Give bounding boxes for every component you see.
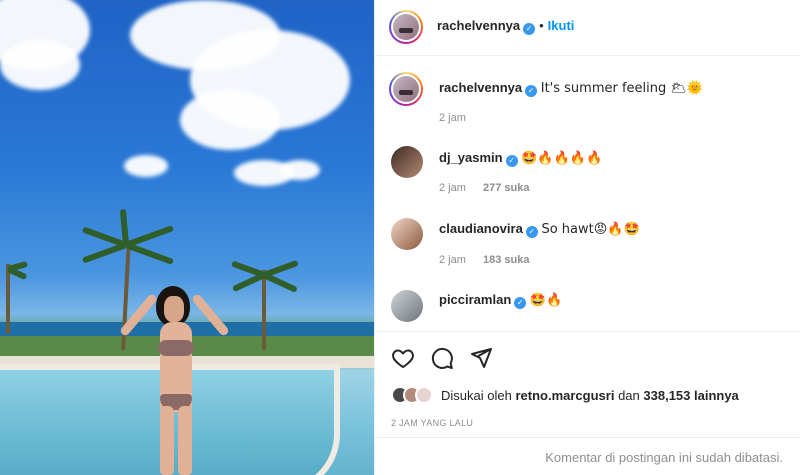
commenter-avatar[interactable] — [391, 218, 423, 250]
comment-item: dj_yasmin ✓ 🤩🔥🔥🔥🔥 — [439, 149, 789, 168]
comment-likes[interactable]: 183 suka — [483, 254, 529, 266]
post-photo[interactable] — [0, 0, 374, 475]
post-actions: Disukai oleh retno.marcgusri dan 338,153… — [375, 331, 800, 475]
comment-username[interactable]: claudianovira — [439, 221, 523, 236]
comment-icon[interactable] — [430, 346, 454, 370]
comments-limited-notice: Komentar di postingan ini sudah dibatasi… — [375, 437, 800, 475]
separator-dot: • — [539, 18, 544, 33]
caption-text: It's summer feeling 🌥🌞 — [540, 81, 704, 96]
verified-badge-icon: ✓ — [525, 85, 538, 97]
caption: rachelvennya ✓ It's summer feeling 🌥🌞 — [439, 79, 789, 98]
post-side-panel: rachelvennya ✓ • Ikuti rachelvennya ✓ It's s… — [374, 0, 800, 475]
share-icon[interactable] — [469, 346, 493, 370]
comment-username[interactable]: dj_yasmin — [439, 150, 503, 165]
likes-summary: Disukai oleh retno.marcgusri dan 338,153… — [391, 386, 739, 404]
person-figure — [118, 282, 231, 475]
comment-meta: 2 jam 183 suka — [439, 254, 529, 266]
comment-time[interactable]: 2 jam — [439, 182, 466, 194]
commenter-avatar[interactable] — [391, 290, 423, 322]
comment-username[interactable]: picciramlan — [439, 292, 511, 307]
comment-text: So hawt😡🔥🤩 — [541, 222, 640, 237]
heart-icon[interactable] — [391, 346, 415, 370]
comment-time[interactable]: 2 jam — [439, 254, 466, 266]
commenter-avatar[interactable] — [391, 146, 423, 178]
caption-author-avatar[interactable] — [389, 72, 423, 106]
likes-joiner: dan — [618, 387, 640, 403]
liker-avatar[interactable] — [415, 386, 433, 404]
caption-time[interactable]: 2 jam — [439, 112, 466, 124]
author-avatar[interactable] — [389, 10, 423, 44]
comment-item: picciramlan ✓ 🤩🔥 — [439, 291, 789, 310]
verified-badge-icon: ✓ — [514, 297, 527, 309]
verified-badge-icon: ✓ — [525, 226, 538, 238]
likes-prefix: Disukai oleh — [441, 387, 512, 403]
likes-user[interactable]: retno.marcgusri — [515, 388, 614, 403]
follow-button[interactable]: Ikuti — [548, 18, 575, 33]
comment-meta: 2 jam 277 suka — [439, 182, 529, 194]
comment-item: claudianovira ✓ So hawt😡🔥🤩 — [439, 220, 789, 239]
comment-text: 🤩🔥 — [529, 293, 563, 308]
posted-ago[interactable]: 2 JAM YANG LALU — [391, 418, 473, 428]
verified-badge-icon: ✓ — [523, 23, 536, 35]
comment-text: 🤩🔥🔥🔥🔥 — [521, 151, 603, 166]
comment-likes[interactable]: 277 suka — [483, 182, 529, 194]
verified-badge-icon: ✓ — [505, 155, 518, 167]
caption-username[interactable]: rachelvennya — [439, 80, 522, 95]
caption-meta: 2 jam — [439, 112, 480, 124]
post-header: rachelvennya ✓ • Ikuti — [375, 0, 800, 56]
likes-count[interactable]: 338,153 lainnya — [643, 388, 738, 403]
author-username[interactable]: rachelvennya — [437, 18, 520, 33]
